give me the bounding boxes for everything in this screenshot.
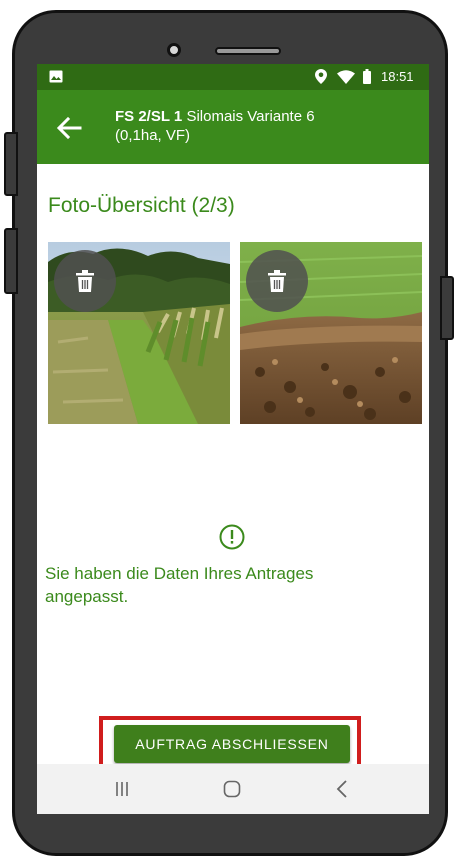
volume-up-button [4,132,18,196]
delete-photo-2-button[interactable] [246,250,308,312]
status-time: 18:51 [381,69,414,84]
photo-thumbnail-1[interactable] [48,242,230,424]
page-title: Foto-Übersicht (2/3) [48,194,235,217]
trash-icon [76,270,94,292]
power-button [440,276,454,340]
back-nav-icon[interactable] [336,780,348,798]
data-changed-notice: Sie haben die Daten Ihres Antrages angep… [45,564,314,606]
phone-screen: 18:51 FS 2/SL 1 Silomais Variante 6 (0,1… [37,64,429,814]
recent-apps-icon[interactable] [114,781,130,797]
app-bar-title: FS 2/SL 1 Silomais Variante 6 [115,108,315,126]
back-arrow-icon[interactable] [56,117,82,139]
app-bar: FS 2/SL 1 Silomais Variante 6 (0,1ha, VF… [37,90,429,164]
field-id: FS 2/SL 1 [115,108,183,125]
front-camera [167,43,181,57]
crop-name: Silomais Variante 6 [186,108,315,125]
delete-photo-1-button[interactable] [54,250,116,312]
system-navigation-bar [37,764,429,814]
location-icon [315,69,327,84]
info-alert-icon [219,524,245,550]
wifi-icon [337,70,355,84]
status-bar: 18:51 [37,64,429,90]
home-icon[interactable] [223,780,241,798]
volume-down-button [4,228,18,294]
earpiece-speaker [215,47,281,55]
main-content: Foto-Übersicht (2/3) Sie haben die Daten… [37,164,429,814]
photo-thumbnail-2[interactable] [240,242,422,424]
app-bar-subtitle: (0,1ha, VF) [115,127,191,144]
trash-icon [268,270,286,292]
image-notification-icon [49,70,63,83]
battery-icon [363,69,371,84]
